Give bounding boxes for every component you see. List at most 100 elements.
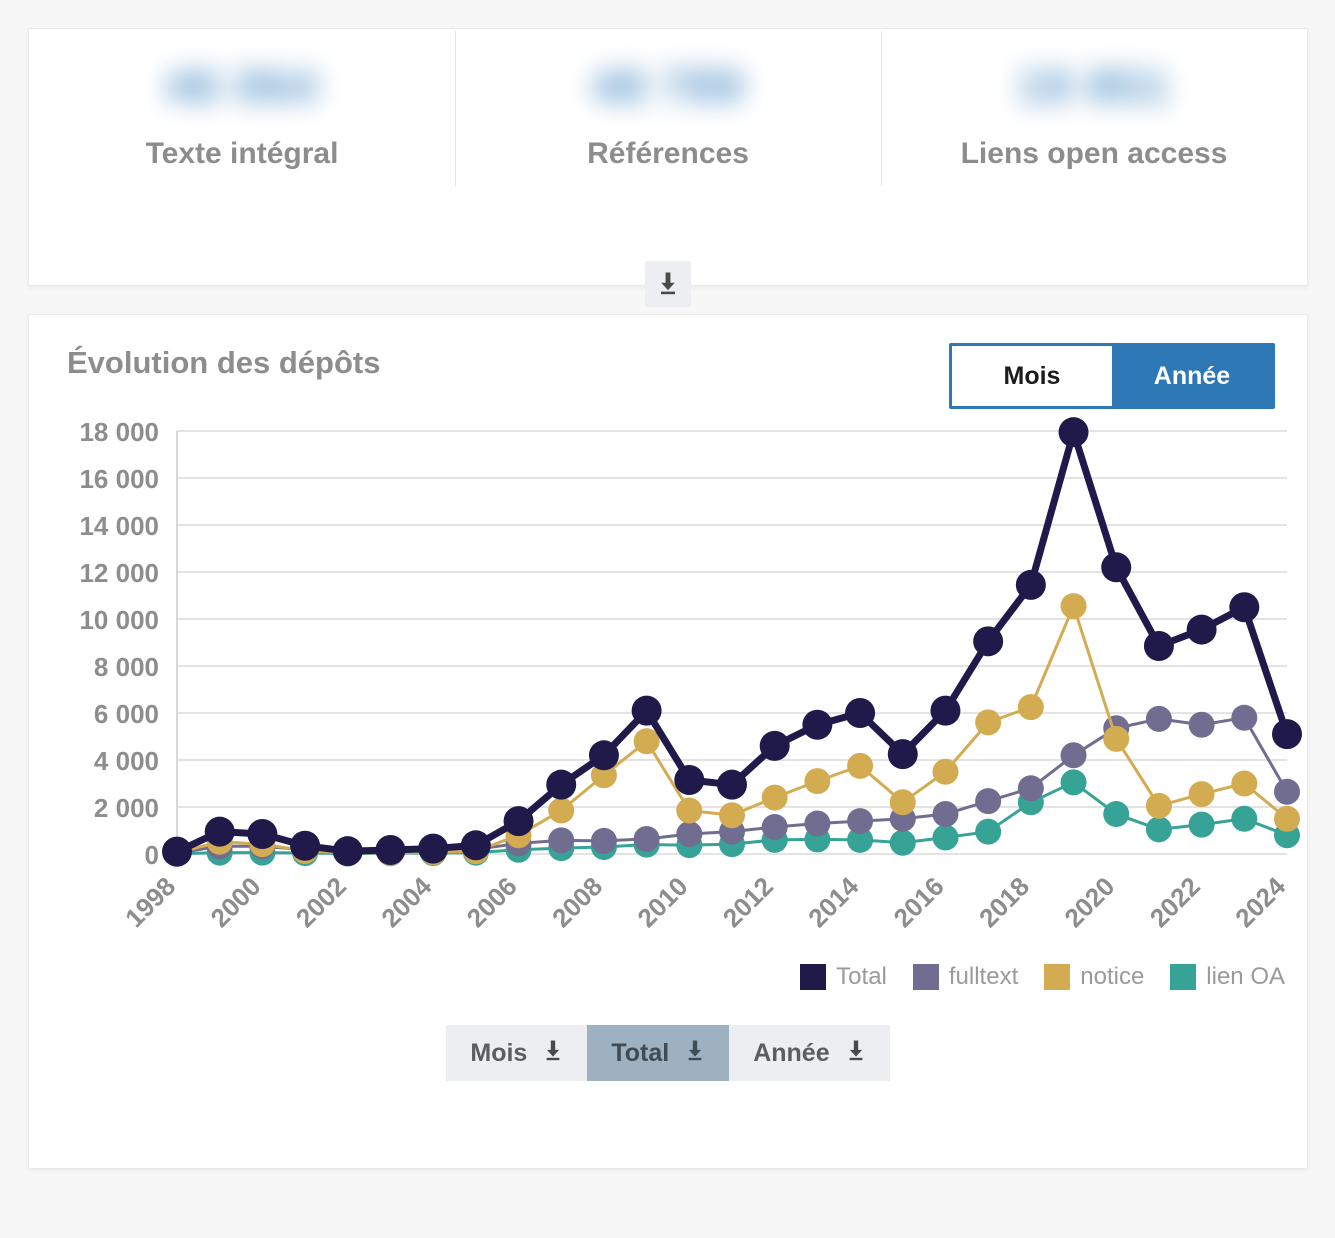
- y-axis-tick-label: 10 000: [79, 605, 159, 635]
- data-point[interactable]: [631, 695, 662, 726]
- data-point[interactable]: [1101, 552, 1132, 583]
- data-point[interactable]: [1060, 593, 1087, 620]
- download-icon: [846, 1039, 866, 1068]
- data-point[interactable]: [845, 698, 876, 728]
- data-point[interactable]: [719, 802, 745, 829]
- export-button-group: Mois Total Année: [446, 1025, 890, 1081]
- data-point[interactable]: [503, 806, 534, 837]
- data-point[interactable]: [590, 827, 617, 854]
- y-axis-tick-label: 12 000: [79, 558, 159, 588]
- export-annee-button[interactable]: Année: [729, 1025, 890, 1081]
- depots-line-chart[interactable]: 0 2 000 4 000 6 000 8 000 10 000 12 000 14 000 1…: [29, 409, 1309, 969]
- data-point[interactable]: [847, 752, 874, 779]
- data-point[interactable]: [290, 830, 321, 861]
- data-point[interactable]: [975, 818, 1002, 845]
- data-point[interactable]: [887, 739, 918, 770]
- data-point[interactable]: [332, 836, 363, 867]
- data-point[interactable]: [1188, 811, 1215, 838]
- export-total-button[interactable]: Total: [587, 1025, 730, 1081]
- export-mois-button[interactable]: Mois: [446, 1025, 588, 1081]
- data-point[interactable]: [1272, 719, 1302, 750]
- x-axis-tick-label: 2010: [631, 871, 693, 933]
- granularity-option-annee[interactable]: Année: [1112, 346, 1272, 406]
- data-point[interactable]: [889, 829, 916, 856]
- stats-download-row: [29, 261, 1307, 307]
- data-point[interactable]: [1060, 769, 1087, 796]
- data-point[interactable]: [1143, 631, 1174, 662]
- data-point[interactable]: [1274, 805, 1300, 832]
- data-point[interactable]: [204, 816, 235, 847]
- series-total: [162, 417, 1302, 867]
- stats-row: 46 064 Texte intégral 48 789 Références …: [29, 29, 1307, 204]
- data-point[interactable]: [1186, 614, 1217, 645]
- stat-value-redacted: 46 064: [165, 60, 319, 112]
- data-point[interactable]: [889, 789, 916, 816]
- x-axis-tick-label: 2000: [205, 871, 267, 933]
- download-icon: [543, 1039, 563, 1068]
- data-point[interactable]: [546, 769, 577, 800]
- y-axis-tick-label: 14 000: [79, 511, 159, 541]
- data-point[interactable]: [802, 709, 833, 740]
- data-point[interactable]: [1060, 742, 1087, 769]
- data-point[interactable]: [1229, 592, 1260, 623]
- data-point[interactable]: [1231, 704, 1258, 731]
- data-point[interactable]: [1188, 781, 1215, 808]
- x-axis-tick-label: 2022: [1144, 871, 1206, 933]
- x-axis-tick-label: 2016: [888, 871, 950, 933]
- stat-label: Liens open access: [960, 137, 1228, 170]
- data-point[interactable]: [1274, 778, 1300, 805]
- data-point[interactable]: [588, 740, 619, 771]
- stats-download-button[interactable]: [645, 261, 691, 307]
- data-point[interactable]: [759, 730, 790, 761]
- x-axis-tick-label: 1998: [119, 871, 181, 933]
- granularity-option-mois[interactable]: Mois: [952, 346, 1112, 406]
- export-button-label: Total: [611, 1038, 670, 1067]
- data-point[interactable]: [847, 808, 874, 835]
- data-point[interactable]: [1231, 805, 1258, 832]
- data-point[interactable]: [1015, 569, 1046, 600]
- data-point[interactable]: [1103, 725, 1130, 752]
- y-axis-tick-label: 16 000: [79, 464, 159, 494]
- data-point[interactable]: [1145, 705, 1172, 732]
- data-point[interactable]: [1231, 770, 1258, 797]
- data-point[interactable]: [1145, 792, 1172, 819]
- data-point[interactable]: [932, 824, 959, 851]
- data-point[interactable]: [804, 768, 831, 795]
- data-point[interactable]: [418, 833, 449, 864]
- x-axis-tick-label: 2008: [546, 871, 608, 933]
- x-axis-tick-label: 2014: [802, 871, 864, 933]
- data-point[interactable]: [1145, 816, 1172, 843]
- data-point[interactable]: [162, 836, 192, 867]
- data-point[interactable]: [973, 626, 1004, 657]
- download-icon: [657, 271, 679, 298]
- x-axis-tick-label: 2012: [717, 871, 779, 933]
- data-point[interactable]: [375, 835, 406, 866]
- export-button-label: Année: [753, 1038, 830, 1067]
- data-point[interactable]: [1103, 801, 1130, 828]
- stat-value-redacted: 19 851: [1017, 60, 1171, 112]
- data-point[interactable]: [761, 784, 788, 811]
- data-point[interactable]: [975, 788, 1002, 815]
- data-point[interactable]: [761, 813, 788, 840]
- data-point[interactable]: [1017, 694, 1044, 721]
- data-point[interactable]: [460, 830, 491, 861]
- data-point[interactable]: [930, 695, 961, 726]
- data-point[interactable]: [247, 819, 278, 850]
- data-point[interactable]: [932, 801, 959, 828]
- chart-header: Évolution des dépôts Mois Année: [29, 315, 1307, 409]
- data-point[interactable]: [717, 769, 747, 800]
- data-point[interactable]: [804, 810, 831, 837]
- data-point[interactable]: [932, 758, 959, 785]
- x-axis-tick-label: 2020: [1058, 871, 1120, 933]
- data-point[interactable]: [1058, 417, 1089, 448]
- data-point[interactable]: [548, 797, 575, 824]
- data-point[interactable]: [1017, 775, 1044, 802]
- data-point[interactable]: [633, 825, 660, 852]
- x-axis-tick-label: 2002: [290, 871, 352, 933]
- data-point[interactable]: [1188, 711, 1215, 738]
- data-point[interactable]: [975, 709, 1002, 736]
- data-point[interactable]: [674, 764, 705, 795]
- data-point[interactable]: [676, 797, 703, 824]
- data-point[interactable]: [548, 827, 575, 854]
- data-point[interactable]: [676, 821, 703, 848]
